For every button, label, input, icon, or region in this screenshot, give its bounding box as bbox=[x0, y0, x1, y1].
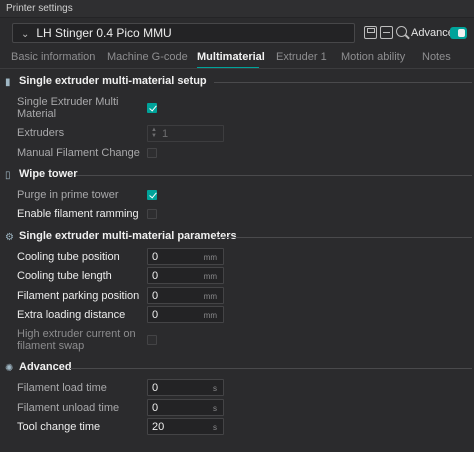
tabs-divider bbox=[0, 68, 474, 69]
preset-dropdown[interactable]: ⌄ LH Stinger 0.4 Pico MMU bbox=[12, 23, 355, 43]
extruders-label: Extruders bbox=[17, 127, 65, 139]
filament-parking-label: Filament parking position bbox=[17, 290, 140, 302]
extruders-stepper[interactable]: ▲ ▼ 1 bbox=[147, 125, 224, 142]
unit-label: mm bbox=[203, 292, 217, 301]
tab-machine-gcode[interactable]: Machine G-code bbox=[107, 51, 188, 63]
section-single-extruder-setup: ▮ Single extruder multi-material setup bbox=[5, 75, 207, 89]
tool-change-time-label: Tool change time bbox=[17, 421, 101, 433]
window-title: Printer settings bbox=[0, 0, 474, 18]
unit-label: mm bbox=[203, 253, 217, 262]
section-advanced: ✺ Advanced bbox=[5, 361, 72, 374]
cooling-tube-position-label: Cooling tube position bbox=[17, 251, 120, 263]
single-extruder-mm-checkbox[interactable] bbox=[147, 103, 157, 113]
cooling-tube-length-label: Cooling tube length bbox=[17, 270, 112, 282]
section-wipe-tower: ▯ Wipe tower bbox=[5, 168, 78, 181]
filament-load-time-input[interactable]: 0 s bbox=[147, 379, 224, 396]
preset-name: LH Stinger 0.4 Pico MMU bbox=[36, 26, 172, 40]
cooling-tube-position-input[interactable]: 0 mm bbox=[147, 248, 224, 265]
tab-multimaterial[interactable]: Multimaterial bbox=[197, 51, 265, 63]
section-title: Single extruder multi-material setup bbox=[19, 75, 207, 87]
section-mm-parameters: ⚙ Single extruder multi-material paramete… bbox=[5, 230, 237, 243]
tab-notes[interactable]: Notes bbox=[422, 51, 451, 63]
high-extruder-current-checkbox[interactable] bbox=[147, 335, 157, 345]
extruder-icon: ▮ bbox=[5, 77, 11, 88]
manual-filament-change-checkbox[interactable] bbox=[147, 148, 157, 158]
stepper-arrows-icon[interactable]: ▲ ▼ bbox=[151, 127, 157, 139]
extra-loading-distance-label: Extra loading distance bbox=[17, 309, 126, 321]
section-divider bbox=[76, 175, 472, 176]
extra-loading-distance-input[interactable]: 0 mm bbox=[147, 306, 224, 323]
unit-label: s bbox=[213, 384, 217, 393]
section-divider bbox=[214, 82, 472, 83]
unit-label: mm bbox=[203, 311, 217, 320]
advanced-icon: ✺ bbox=[5, 363, 14, 374]
tab-motion-ability[interactable]: Motion ability bbox=[341, 51, 405, 63]
unit-label: s bbox=[213, 423, 217, 432]
save-icon[interactable] bbox=[364, 26, 377, 39]
purge-prime-tower-label: Purge in prime tower bbox=[17, 189, 119, 201]
filament-ramming-label: Enable filament ramming bbox=[17, 208, 139, 220]
parameters-icon: ⚙ bbox=[5, 232, 14, 243]
manual-filament-change-label: Manual Filament Change bbox=[17, 147, 140, 159]
filament-parking-input[interactable]: 0 mm bbox=[147, 287, 224, 304]
filament-load-time-label: Filament load time bbox=[17, 382, 107, 394]
unit-label: mm bbox=[203, 272, 217, 281]
section-divider bbox=[214, 237, 472, 238]
tool-change-time-input[interactable]: 20 s bbox=[147, 418, 224, 435]
settings-tabs: Basic information Machine G-code Multima… bbox=[0, 51, 474, 69]
chevron-down-icon: ⌄ bbox=[21, 29, 30, 40]
filament-unload-time-label: Filament unload time bbox=[17, 402, 120, 414]
search-icon[interactable] bbox=[396, 26, 407, 37]
high-extruder-current-label: High extruder current on filament swap bbox=[17, 328, 136, 352]
wipe-tower-icon: ▯ bbox=[5, 170, 11, 181]
tab-extruder-1[interactable]: Extruder 1 bbox=[276, 51, 327, 63]
filament-unload-time-input[interactable]: 0 s bbox=[147, 399, 224, 416]
cooling-tube-length-input[interactable]: 0 mm bbox=[147, 267, 224, 284]
unit-label: s bbox=[213, 404, 217, 413]
filament-ramming-checkbox[interactable] bbox=[147, 209, 157, 219]
purge-prime-tower-checkbox[interactable] bbox=[147, 190, 157, 200]
section-divider bbox=[70, 368, 472, 369]
advanced-toggle[interactable] bbox=[450, 27, 467, 39]
tab-basic-information[interactable]: Basic information bbox=[11, 51, 95, 63]
remove-preset-icon[interactable] bbox=[380, 26, 393, 39]
single-extruder-mm-label: Single Extruder Multi Material bbox=[17, 96, 119, 120]
